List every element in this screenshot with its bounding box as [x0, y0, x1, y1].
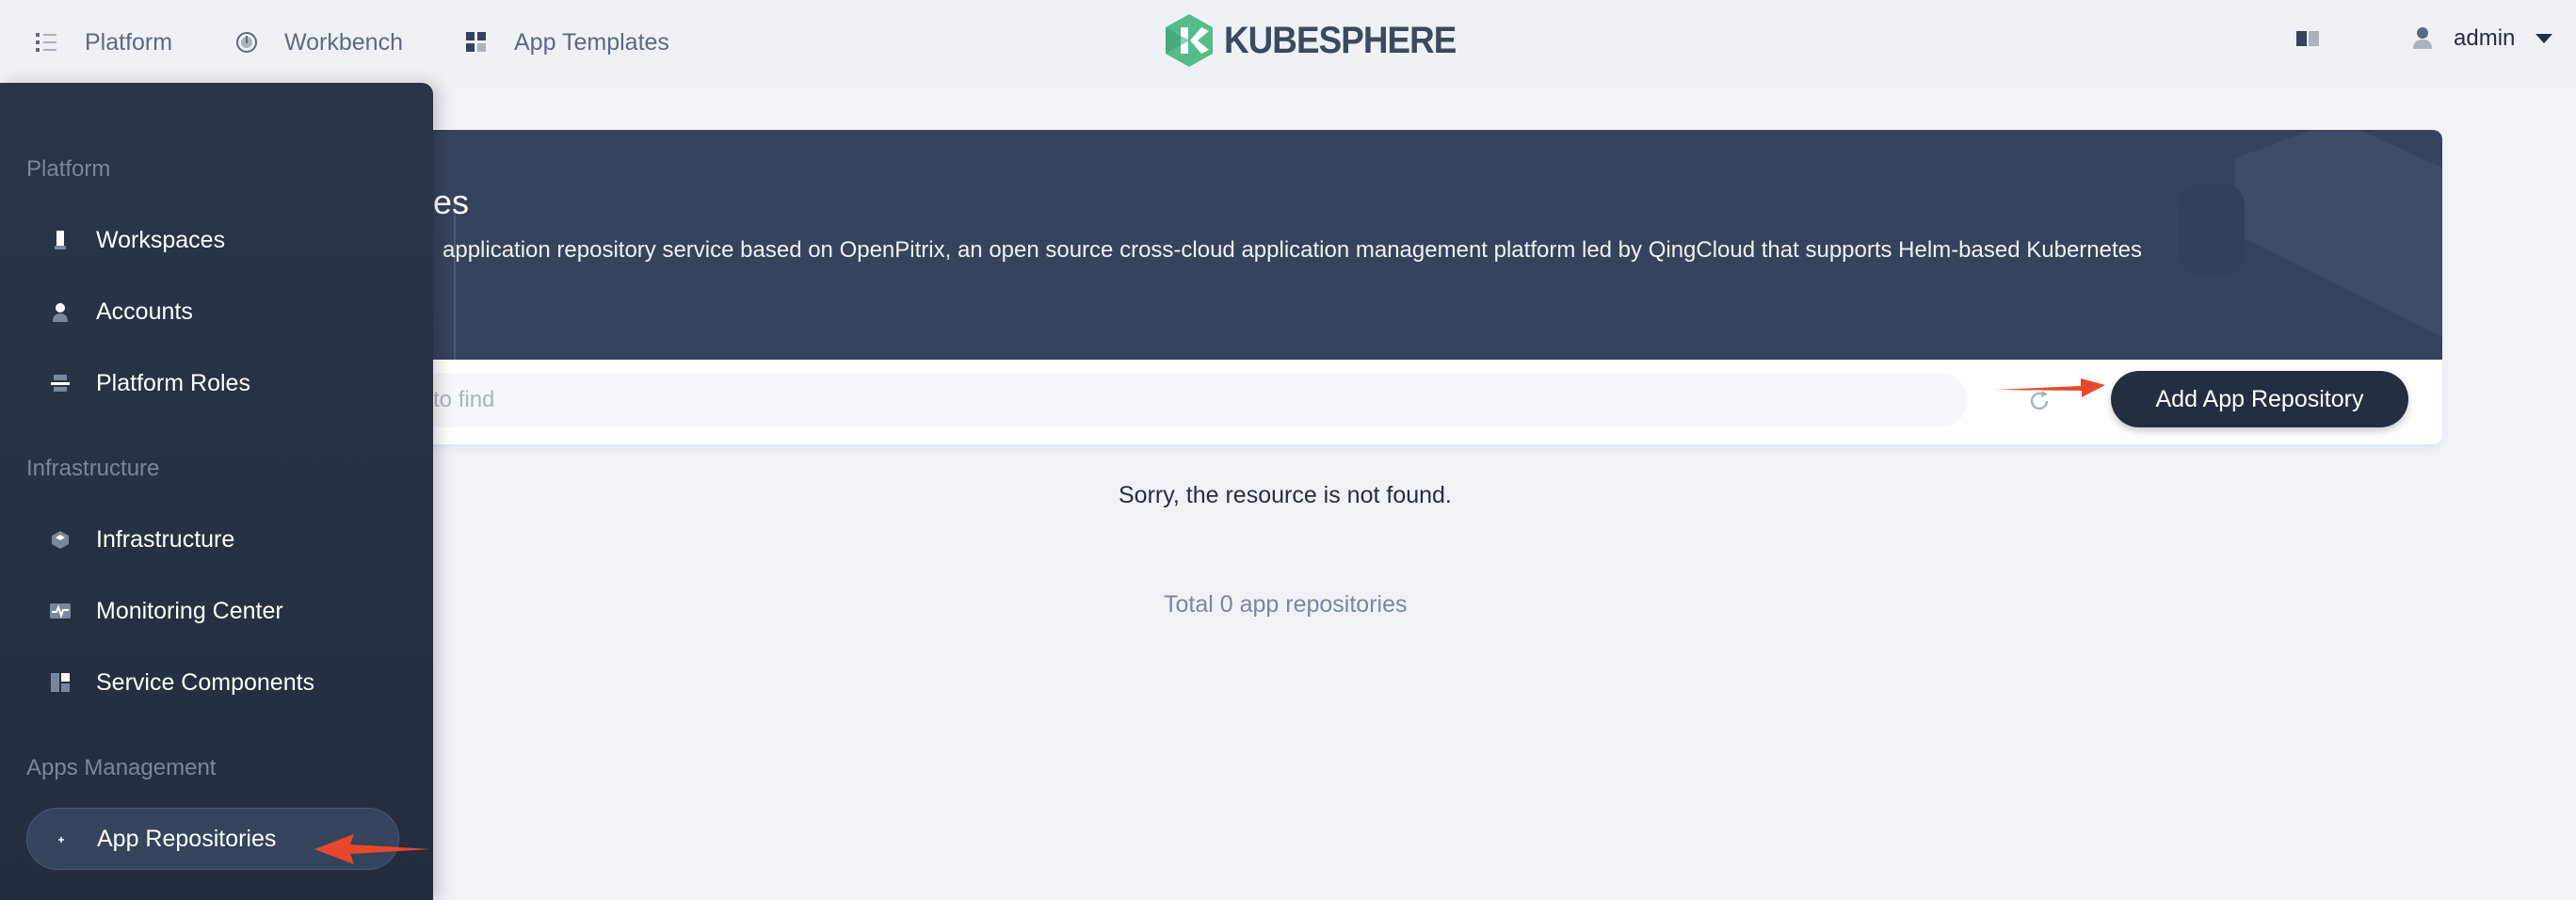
sidebar-item-label: App Repositories: [97, 825, 277, 852]
grid-icon: [463, 29, 490, 56]
sidebar-item-label: Service Components: [96, 668, 315, 696]
sidebar-item-workspaces[interactable]: Workspaces: [26, 209, 399, 271]
sidebar-item-label: Accounts: [96, 297, 193, 325]
sidebar-group-platform: Platform: [26, 156, 111, 182]
roles-icon: [49, 372, 72, 394]
chevron-down-icon: [2536, 34, 2553, 43]
account-icon: [49, 300, 72, 323]
search-input[interactable]: [414, 373, 1968, 427]
nav-platform[interactable]: Platform: [34, 23, 172, 62]
sidebar-item-accounts[interactable]: Accounts: [26, 281, 399, 343]
nav-app-templates-label: App Templates: [514, 28, 669, 56]
logo-text: KUBESPHERE: [1224, 19, 1457, 61]
infrastructure-icon: [49, 528, 72, 551]
page-banner: ries application repository service base…: [414, 130, 2442, 360]
components-icon: [49, 671, 72, 694]
nav-app-templates[interactable]: App Templates: [463, 23, 669, 62]
page-description: application repository service based on …: [443, 237, 2142, 263]
sidebar-group-infrastructure: Infrastructure: [26, 456, 160, 481]
sidebar-item-infrastructure[interactable]: Infrastructure: [26, 508, 399, 571]
monitoring-icon: [49, 600, 72, 622]
add-app-repository-button[interactable]: Add App Repository: [2111, 371, 2408, 427]
annotation-arrow-icon: [1996, 378, 2105, 397]
sidebar-item-label: Infrastructure: [96, 525, 235, 553]
nav-workbench[interactable]: Workbench: [233, 23, 403, 62]
empty-message: Sorry, the resource is not found.: [1119, 482, 1452, 508]
user-menu[interactable]: admin: [2412, 23, 2553, 55]
kubesphere-logo[interactable]: KUBESPHERE: [1166, 13, 1476, 68]
banner-divider: [454, 203, 456, 360]
top-navigation: Platform Workbench App Templates KUBESPH…: [0, 0, 2576, 83]
sidebar-group-apps-management: Apps Management: [26, 755, 217, 780]
sidebar: Platform Workspaces Accounts Platform Ro…: [0, 83, 433, 900]
toolbar: Add App Repository: [414, 360, 2442, 444]
nav-platform-label: Platform: [85, 28, 173, 56]
nav-workbench-label: Workbench: [284, 28, 403, 56]
user-name: admin: [2454, 25, 2516, 51]
docs-icon[interactable]: [2295, 28, 2320, 49]
banner-decoration-icon: [2179, 130, 2442, 337]
kubesphere-logo-icon: [1166, 14, 1213, 67]
sidebar-item-label: Workspaces: [96, 226, 226, 253]
user-icon: [2412, 26, 2435, 51]
dashboard-icon: [233, 29, 260, 56]
workspace-icon: [49, 229, 72, 251]
repository-icon: [50, 828, 72, 850]
annotation-arrow-icon: [314, 834, 431, 864]
sidebar-item-service-components[interactable]: Service Components: [26, 651, 399, 714]
sidebar-item-monitoring-center[interactable]: Monitoring Center: [26, 580, 399, 642]
sidebar-item-platform-roles[interactable]: Platform Roles: [26, 352, 399, 414]
list-icon: [34, 29, 60, 56]
sidebar-item-label: Monitoring Center: [96, 597, 283, 624]
total-count: Total 0 app repositories: [1164, 591, 1408, 618]
sidebar-item-label: Platform Roles: [96, 369, 250, 396]
